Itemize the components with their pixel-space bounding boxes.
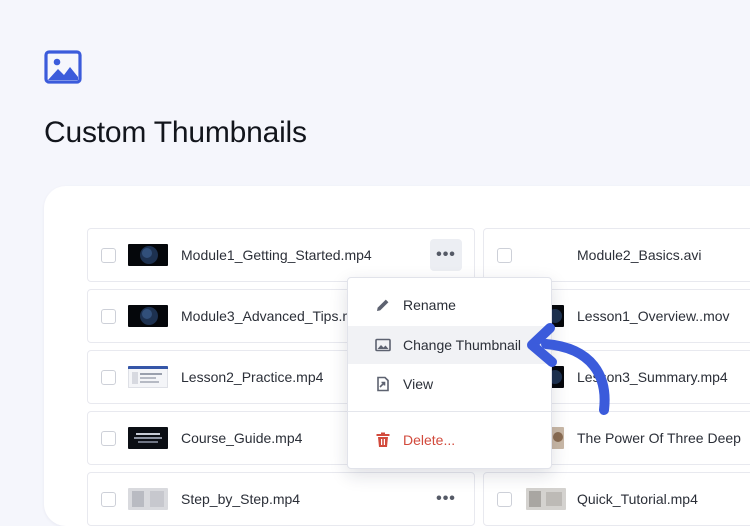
video-thumbnail (128, 366, 168, 388)
file-row[interactable]: Module1_Getting_Started.mp4 ••• (87, 228, 475, 282)
file-name: Module3_Advanced_Tips.mp4 (181, 308, 370, 324)
file-row[interactable]: Quick_Tutorial.mp4 (483, 472, 750, 526)
delete-label: Delete... (403, 432, 456, 448)
row-checkbox[interactable] (101, 430, 116, 446)
video-thumbnail (550, 427, 564, 449)
video-thumbnail (128, 427, 168, 449)
image-icon (44, 50, 82, 84)
file-name: Course_Guide.mp4 (181, 430, 303, 446)
row-checkbox[interactable] (101, 308, 116, 324)
more-button[interactable]: ••• (430, 239, 462, 271)
row-checkbox[interactable] (497, 491, 512, 507)
rename-label: Rename (403, 297, 456, 313)
file-row[interactable]: Step_by_Step.mp4 ••• (87, 472, 475, 526)
row-checkbox[interactable] (497, 247, 512, 263)
more-button[interactable]: ••• (430, 483, 462, 515)
video-thumbnail (128, 488, 168, 510)
image-icon (375, 338, 391, 352)
delete-menu-item[interactable]: Delete... (348, 421, 551, 459)
file-name: The Power Of Three Deep (577, 430, 741, 446)
change-thumbnail-label: Change Thumbnail (403, 337, 522, 353)
pencil-icon (377, 299, 389, 311)
video-thumbnail (526, 488, 566, 510)
pointer-arrow (527, 323, 610, 415)
file-name: Quick_Tutorial.mp4 (577, 491, 698, 507)
more-horizontal-icon: ••• (436, 490, 456, 507)
view-label: View (403, 376, 434, 392)
file-name: Module1_Getting_Started.mp4 (181, 247, 372, 263)
file-name: Lesson2_Practice.mp4 (181, 369, 324, 385)
video-thumbnail (128, 305, 168, 327)
row-checkbox[interactable] (101, 369, 116, 385)
row-checkbox[interactable] (101, 491, 116, 507)
file-name: Step_by_Step.mp4 (181, 491, 301, 507)
file-name: Module2_Basics.avi (577, 247, 702, 263)
file-row[interactable]: Module2_Basics.avi (483, 228, 750, 282)
more-horizontal-icon: ••• (436, 246, 456, 263)
row-checkbox[interactable] (101, 247, 116, 263)
trash-icon (376, 432, 390, 447)
page-title: Custom Thumbnails (44, 116, 307, 149)
video-thumbnail (128, 244, 168, 266)
open-file-icon (377, 376, 389, 392)
